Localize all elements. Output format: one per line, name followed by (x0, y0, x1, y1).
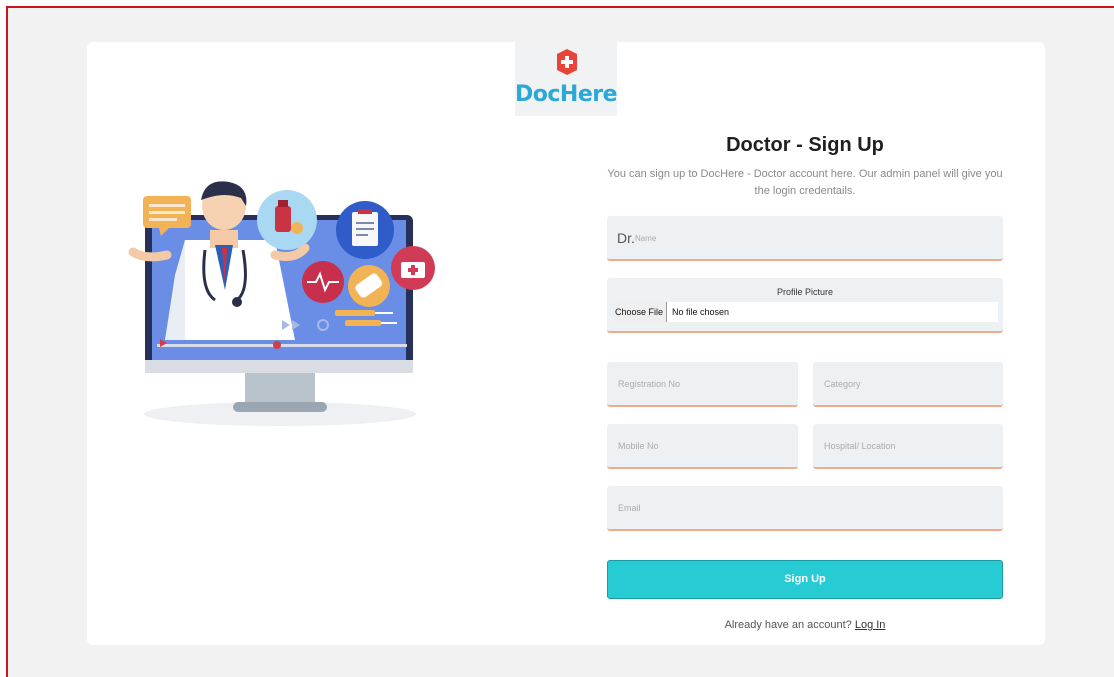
category-field[interactable] (813, 362, 1003, 407)
hospital-input[interactable] (813, 424, 1003, 467)
medical-cross-logo-icon (557, 49, 577, 75)
page-subtitle: You can sign up to DocHere - Doctor acco… (607, 168, 1003, 197)
profile-picture-label: Profile Picture (776, 287, 834, 297)
name-field[interactable]: Dr. (607, 216, 1003, 261)
name-prefix: Dr. (617, 230, 635, 246)
signup-button[interactable]: Sign Up (607, 560, 1003, 599)
doctor-illustration (128, 181, 435, 426)
page-title: Doctor - Sign Up (726, 134, 884, 156)
no-file-text: No file chosen (672, 307, 730, 317)
file-input[interactable]: Choose File No file chosen (612, 302, 998, 322)
brand-logo: DocHere (515, 42, 618, 116)
hospital-field[interactable] (813, 424, 1003, 469)
name-input[interactable] (607, 216, 1003, 259)
choose-file-button[interactable]: Choose File (612, 302, 667, 322)
mobile-input[interactable] (607, 424, 798, 467)
category-input[interactable] (813, 362, 1003, 405)
login-link[interactable]: Log In (855, 619, 886, 631)
registration-input[interactable] (607, 362, 798, 405)
email-field[interactable] (607, 486, 1003, 531)
email-input[interactable] (607, 486, 1003, 529)
mobile-field[interactable] (607, 424, 798, 469)
login-prompt-text: Already have an account? (724, 619, 852, 631)
login-prompt: Already have an account? Log In (607, 619, 1003, 631)
profile-picture-field: Profile Picture Choose File No file chos… (607, 278, 1003, 333)
registration-field[interactable] (607, 362, 798, 407)
brand-name: DocHere (515, 82, 618, 107)
